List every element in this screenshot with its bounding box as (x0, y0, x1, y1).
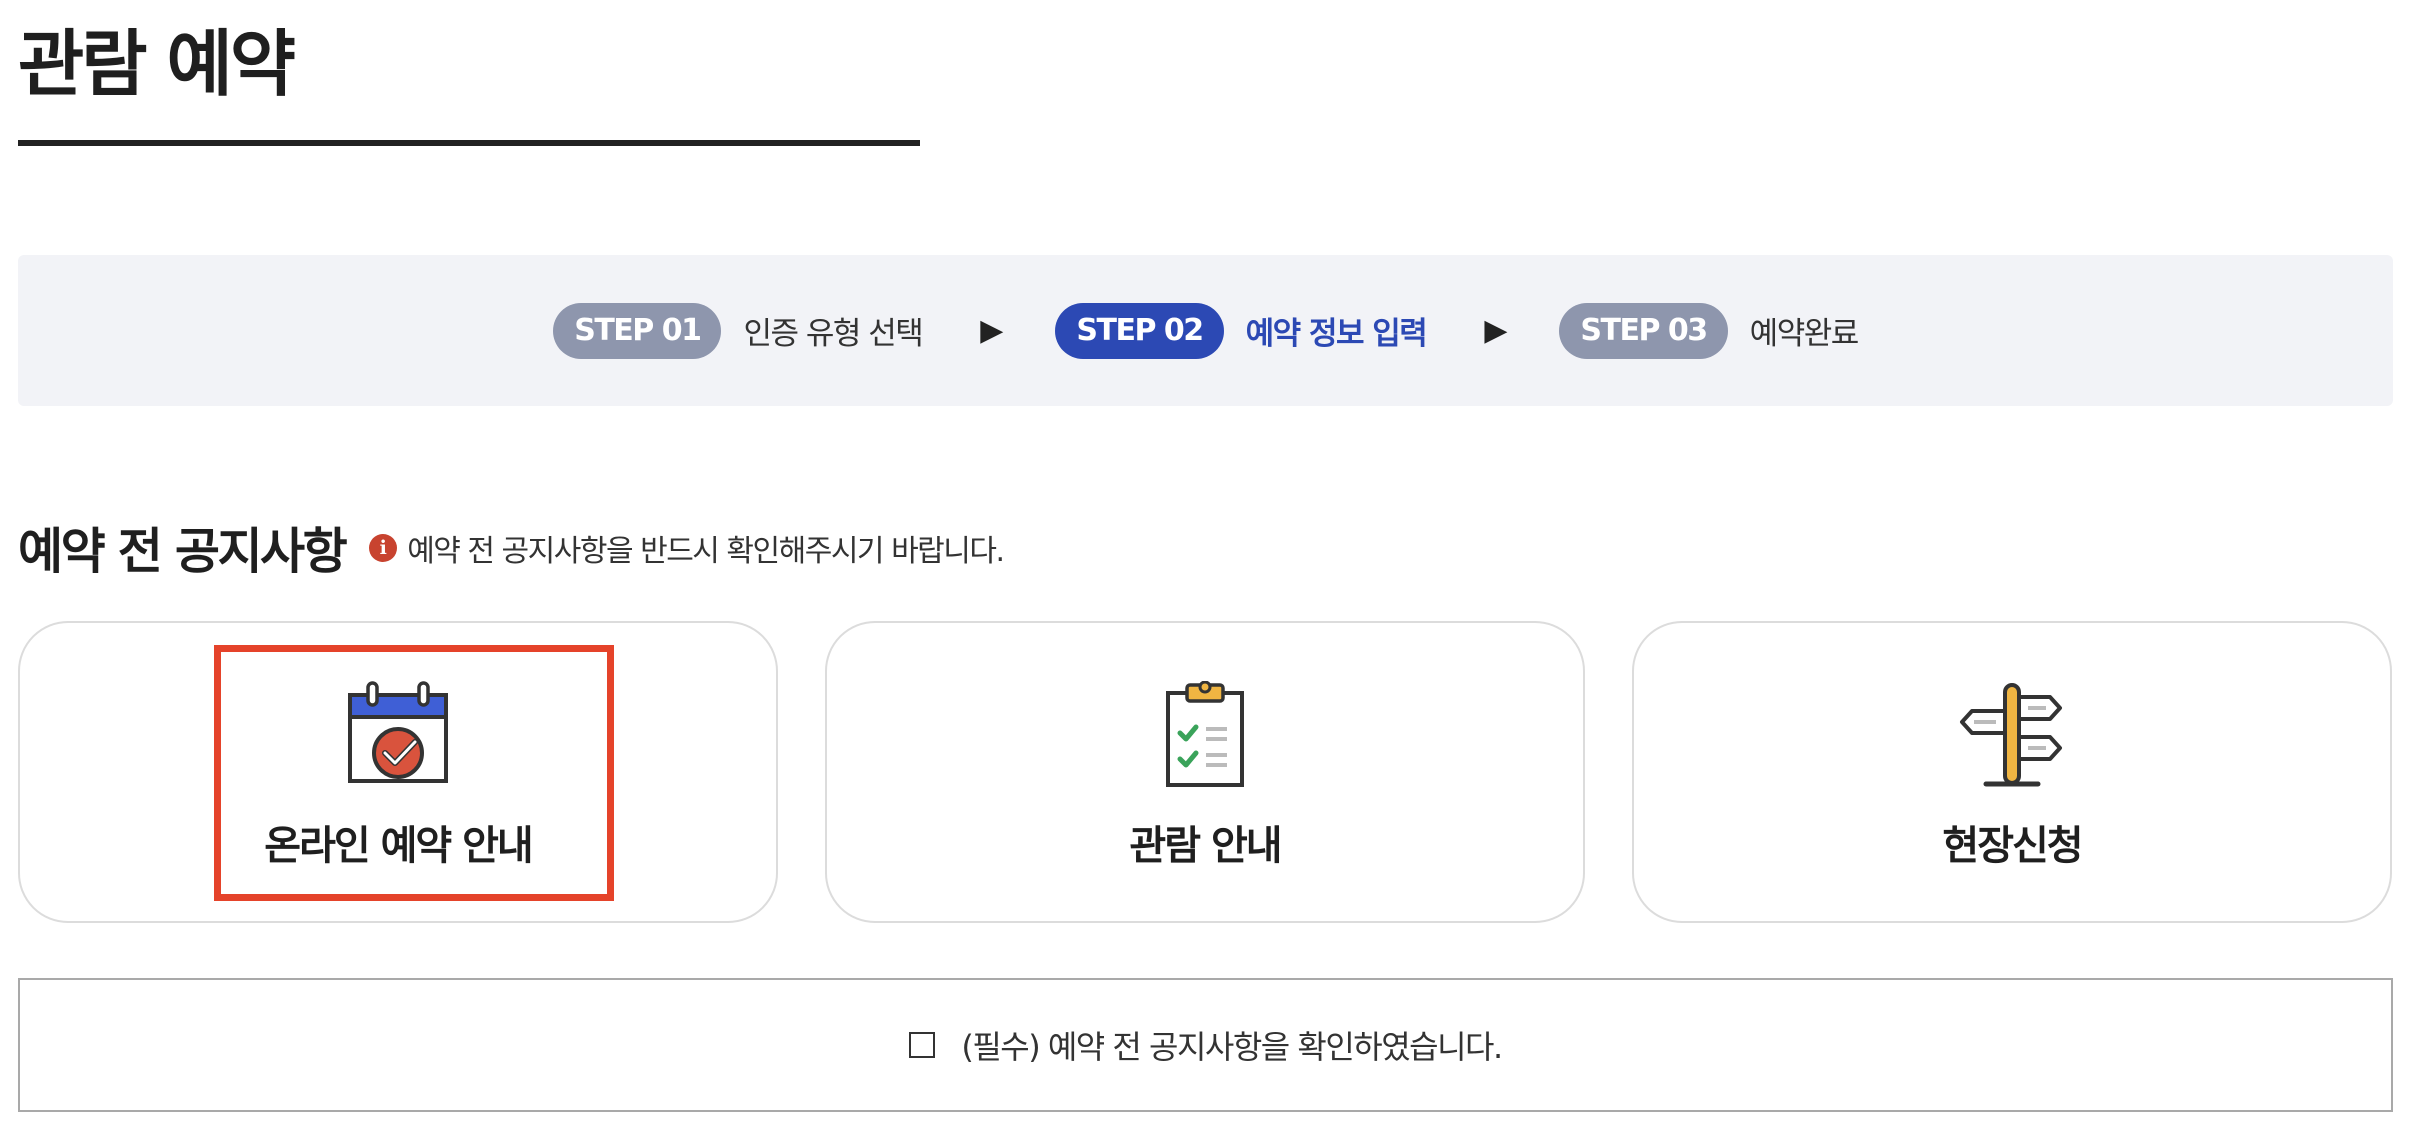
step-1-badge: STEP 01 (553, 302, 722, 359)
notice-confirm-box: (필수) 예약 전 공지사항을 확인하였습니다. (18, 978, 2393, 1112)
step-1: STEP 01 인증 유형 선택 (553, 302, 924, 359)
notice-message: 예약 전 공지사항을 반드시 확인해주시기 바랍니다. (407, 533, 1005, 569)
card-label: 온라인 예약 안내 (264, 823, 533, 869)
clipboard-checklist-icon (1166, 681, 1244, 787)
step-3: STEP 03 예약완료 (1559, 302, 1860, 359)
step-3-badge: STEP 03 (1559, 302, 1728, 359)
step-arrow-icon: ▶ (1484, 313, 1508, 348)
signpost-icon (1960, 683, 2062, 787)
step-2-badge: STEP 02 (1055, 302, 1224, 359)
card-label: 현장신청 (1942, 823, 2083, 869)
page-title: 관람 예약 (18, 22, 296, 106)
notice-heading: 예약 전 공지사항 (18, 523, 348, 580)
step-progress-bar: STEP 01 인증 유형 선택 ▶ STEP 02 예약 정보 입력 ▶ ST… (18, 255, 2393, 406)
calendar-check-icon (348, 681, 448, 783)
step-1-label: 인증 유형 선택 (743, 316, 923, 352)
notice-header: 예약 전 공지사항 i 예약 전 공지사항을 반드시 확인해주시기 바랍니다. (18, 512, 1005, 583)
confirm-checkbox[interactable] (909, 1032, 936, 1058)
step-arrow-icon: ▶ (980, 313, 1004, 348)
card-onsite-application[interactable]: 현장신청 (1632, 621, 2392, 923)
card-label: 관람 안내 (1129, 823, 1282, 869)
card-viewing-guide[interactable]: 관람 안내 (825, 621, 1585, 923)
step-2: STEP 02 예약 정보 입력 (1055, 302, 1428, 359)
step-2-label: 예약 정보 입력 (1245, 316, 1428, 352)
step-3-label: 예약완료 (1749, 316, 1860, 352)
info-icon: i (369, 533, 398, 562)
confirm-label[interactable]: (필수) 예약 전 공지사항을 확인하였습니다. (961, 1022, 1503, 1068)
title-underline (18, 140, 920, 146)
card-online-reservation-guide[interactable]: 온라인 예약 안내 (18, 621, 778, 923)
